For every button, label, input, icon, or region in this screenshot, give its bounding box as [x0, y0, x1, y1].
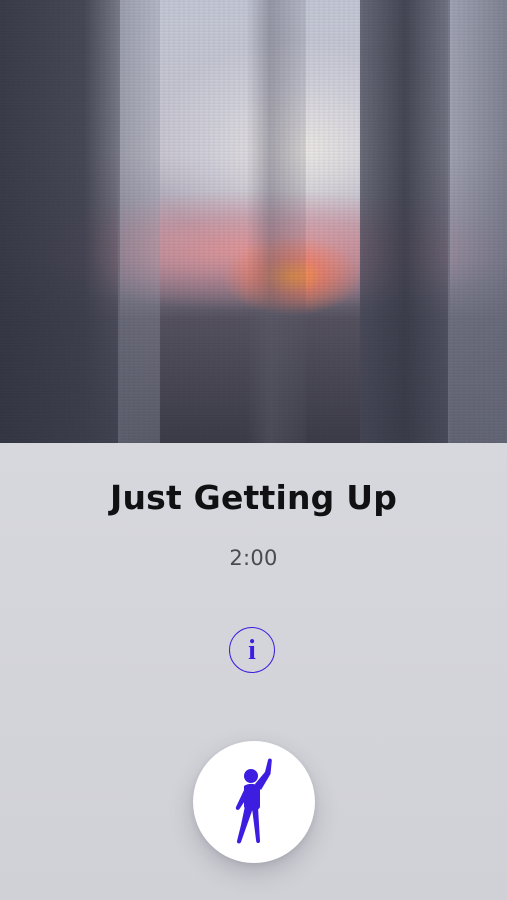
curtain-mesh — [0, 0, 507, 443]
person-stretching-icon — [235, 758, 272, 844]
exercise-duration: 2:00 — [229, 546, 278, 570]
info-button[interactable]: i — [229, 627, 275, 673]
info-icon: i — [248, 634, 256, 666]
exercise-title: Just Getting Up — [109, 478, 398, 517]
hero-image — [0, 0, 507, 443]
start-exercise-button[interactable] — [193, 741, 315, 863]
